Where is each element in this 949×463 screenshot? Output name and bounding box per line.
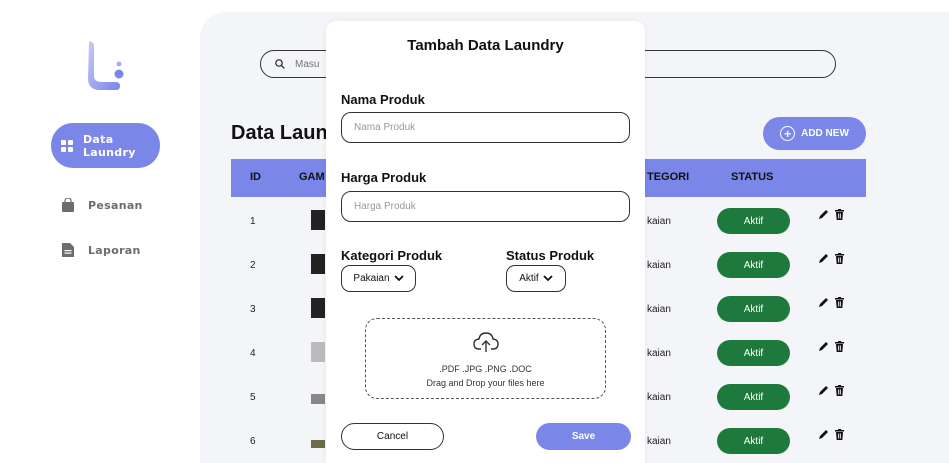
status-badge: Aktif	[717, 384, 790, 410]
grid-icon	[61, 139, 73, 152]
product-thumbnail	[311, 342, 325, 362]
sidebar-item-data-laundry[interactable]: Data Laundry	[51, 123, 160, 168]
sidebar-item-label: Laporan	[88, 243, 141, 257]
trash-icon[interactable]	[835, 209, 844, 220]
upload-hint: Drag and Drop your files here	[426, 378, 545, 388]
row-id: 5	[250, 392, 256, 403]
edit-pencil-icon[interactable]	[818, 253, 829, 264]
upload-formats: .PDF .JPG .PNG .DOC	[439, 364, 532, 374]
product-thumbnail	[311, 394, 325, 404]
harga-produk-input[interactable]	[341, 191, 630, 222]
status-produk-label: Status Produk	[506, 248, 595, 263]
product-thumbnail	[311, 440, 325, 448]
edit-pencil-icon[interactable]	[818, 341, 829, 352]
bag-icon	[62, 198, 74, 212]
status-badge: Aktif	[717, 340, 790, 366]
kategori-select[interactable]: Pakaian	[341, 265, 416, 292]
plus-circle-icon: +	[780, 126, 796, 141]
save-button[interactable]: Save	[536, 423, 631, 450]
header-status: STATUS	[731, 171, 774, 183]
status-badge: Aktif	[717, 428, 790, 454]
header-id: ID	[250, 171, 261, 183]
sidebar-item-label: Data Laundry	[83, 133, 136, 159]
nama-produk-input[interactable]	[341, 112, 630, 143]
sidebar-item-label: Pesanan	[88, 198, 143, 212]
cloud-upload-icon	[473, 332, 499, 352]
sidebar-label-line2: Laundry	[83, 145, 136, 159]
row-actions	[818, 297, 844, 308]
row-id: 1	[250, 216, 256, 227]
add-new-button[interactable]: + ADD NEW	[763, 117, 866, 150]
row-kategori: kaian	[647, 436, 671, 447]
row-actions	[818, 341, 844, 352]
page-title: Data Laun	[231, 122, 328, 144]
header-gambar: GAM	[299, 171, 325, 183]
row-id: 6	[250, 436, 256, 447]
row-actions	[818, 429, 844, 440]
product-thumbnail	[311, 254, 325, 274]
status-badge: Aktif	[717, 252, 790, 278]
cancel-button[interactable]: Cancel	[341, 423, 444, 450]
kategori-selected-value: Pakaian	[353, 273, 390, 284]
edit-pencil-icon[interactable]	[818, 209, 829, 220]
row-kategori: kaian	[647, 304, 671, 315]
app-logo-icon	[88, 41, 124, 90]
edit-pencil-icon[interactable]	[818, 297, 829, 308]
row-kategori: kaian	[647, 260, 671, 271]
document-icon	[62, 243, 74, 257]
trash-icon[interactable]	[835, 253, 844, 264]
status-select[interactable]: Aktif	[506, 265, 566, 292]
row-kategori: kaian	[647, 216, 671, 227]
row-actions	[818, 253, 844, 264]
file-dropzone[interactable]: .PDF .JPG .PNG .DOC Drag and Drop your f…	[365, 318, 606, 399]
header-kategori: TEGORI	[647, 171, 690, 183]
chevron-down-icon	[543, 275, 553, 282]
trash-icon[interactable]	[835, 429, 844, 440]
sidebar-label-line1: Data	[83, 132, 114, 146]
app: Data Laundry Pesanan Laporan Masu Data L…	[0, 0, 949, 463]
search-icon	[275, 59, 285, 69]
edit-pencil-icon[interactable]	[818, 429, 829, 440]
add-laundry-modal: Tambah Data Laundry Nama Produk Harga Pr…	[326, 21, 645, 463]
harga-produk-label: Harga Produk	[341, 170, 427, 185]
trash-icon[interactable]	[835, 297, 844, 308]
sidebar-item-pesanan[interactable]: Pesanan	[62, 198, 143, 212]
product-thumbnail	[311, 210, 325, 230]
row-id: 2	[250, 260, 256, 271]
row-kategori: kaian	[647, 348, 671, 359]
add-new-label: ADD NEW	[801, 128, 849, 139]
status-selected-value: Aktif	[519, 273, 539, 284]
edit-pencil-icon[interactable]	[818, 385, 829, 396]
trash-icon[interactable]	[835, 341, 844, 352]
row-actions	[818, 209, 844, 220]
kategori-produk-label: Kategori Produk	[341, 248, 443, 263]
status-badge: Aktif	[717, 296, 790, 322]
row-actions	[818, 385, 844, 396]
sidebar-item-laporan[interactable]: Laporan	[62, 243, 141, 257]
modal-title: Tambah Data Laundry	[407, 37, 564, 54]
chevron-down-icon	[393, 275, 404, 282]
row-id: 3	[250, 304, 256, 315]
sidebar: Data Laundry Pesanan Laporan	[0, 0, 200, 463]
trash-icon[interactable]	[835, 385, 844, 396]
row-id: 4	[250, 348, 256, 359]
row-kategori: kaian	[647, 392, 671, 403]
status-badge: Aktif	[717, 208, 790, 234]
nama-produk-label: Nama Produk	[341, 92, 425, 107]
product-thumbnail	[311, 298, 325, 318]
